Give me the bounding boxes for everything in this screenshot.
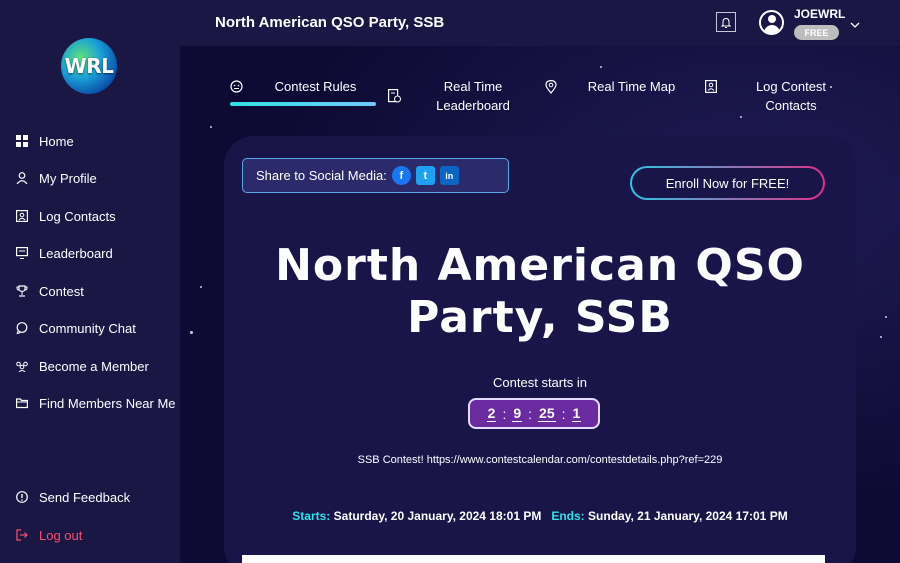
contest-description: SSB Contest! https://www.contestcalendar…: [357, 454, 723, 466]
countdown-days: 2: [486, 405, 497, 422]
contest-card: [224, 136, 856, 563]
share-label: Share to Social Media:: [256, 168, 387, 183]
contest-dates: Starts: Saturday, 20 January, 2024 18:01…: [240, 509, 840, 523]
chat-icon: [16, 322, 28, 334]
linkedin-icon[interactable]: in: [439, 166, 459, 185]
logout-button[interactable]: Log out: [16, 524, 82, 546]
sidebar-item-log-contacts[interactable]: Log Contacts: [16, 205, 116, 227]
leaderboard-icon: [16, 247, 28, 259]
sidebar-item-community-chat[interactable]: Community Chat: [16, 317, 136, 339]
twitter-icon[interactable]: t: [415, 166, 435, 185]
sidebar-item-label: Log Contacts: [39, 208, 116, 224]
ends-label: Ends:: [551, 509, 585, 523]
sidebar-item-find-members[interactable]: Find Members Near Me: [16, 392, 176, 414]
sidebar-item-label: Find Members Near Me: [39, 395, 176, 411]
send-feedback-button[interactable]: Send Feedback: [16, 486, 130, 508]
countdown-timer: 2 : 9 : 25 : 1: [468, 398, 600, 429]
username[interactable]: JOEWRL: [794, 7, 845, 21]
countdown-seconds: 1: [571, 405, 582, 422]
content-panel: [242, 555, 825, 563]
avatar[interactable]: [759, 10, 784, 35]
share-social-bar: Share to Social Media: f t in: [242, 158, 509, 193]
page-title: North American QSO Party, SSB: [215, 14, 445, 31]
sidebar-item-label: My Profile: [39, 170, 97, 186]
countdown-minutes: 25: [538, 405, 556, 422]
user-icon: [16, 172, 28, 184]
contact-log-icon: [705, 80, 718, 98]
sidebar-item-my-profile[interactable]: My Profile: [16, 167, 97, 189]
grid-icon: [16, 135, 28, 147]
contest-starts-label: Contest starts in: [493, 375, 587, 390]
tab-log-contest-contacts[interactable]: Log Contest Contacts: [729, 77, 853, 115]
info-icon: [16, 491, 28, 503]
facebook-icon[interactable]: f: [391, 166, 411, 185]
tab-contest-rules[interactable]: Contest Rules: [262, 77, 369, 96]
active-tab-indicator: [230, 102, 376, 106]
starts-label: Starts:: [292, 509, 331, 523]
wrl-logo[interactable]: WRL: [61, 38, 117, 94]
sidebar-item-label: Home: [39, 133, 74, 149]
members-icon: [16, 360, 28, 372]
sidebar-item-become-member[interactable]: Become a Member: [16, 355, 149, 377]
sidebar-item-contest[interactable]: Contest: [16, 280, 84, 302]
sidebar-item-home[interactable]: Home: [16, 130, 74, 152]
plan-badge: FREE: [794, 25, 839, 40]
sidebar-item-label: Become a Member: [39, 358, 149, 374]
leaderboard-doc-icon: [388, 89, 401, 108]
logout-label: Log out: [39, 527, 83, 543]
tab-real-time-leaderboard[interactable]: Real Time Leaderboard: [424, 77, 522, 115]
top-header: North American QSO Party, SSB JOEWRL FRE…: [180, 0, 900, 46]
sidebar-item-label: Contest: [39, 283, 84, 299]
sidebar-item-leaderboard[interactable]: Leaderboard: [16, 242, 113, 264]
tab-real-time-map[interactable]: Real Time Map: [583, 77, 680, 96]
notification-bell-icon[interactable]: [716, 12, 736, 32]
contact-card-icon: [16, 210, 28, 222]
rules-icon: [230, 80, 243, 98]
chevron-down-icon[interactable]: [850, 16, 860, 34]
send-feedback-label: Send Feedback: [39, 489, 131, 505]
starts-value: Saturday, 20 January, 2024 18:01 PM: [333, 509, 542, 523]
logout-icon: [16, 529, 28, 541]
ends-value: Sunday, 21 January, 2024 17:01 PM: [588, 509, 788, 523]
trophy-icon: [16, 285, 28, 297]
sidebar: WRL Home My Profile Log Contacts Leaderb…: [0, 0, 180, 563]
sidebar-item-label: Community Chat: [39, 320, 136, 336]
folder-icon: [16, 397, 28, 409]
enroll-button[interactable]: Enroll Now for FREE!: [630, 166, 825, 200]
sidebar-item-label: Leaderboard: [39, 245, 113, 261]
countdown-hours: 9: [512, 405, 523, 422]
contest-title: North American QSO Party, SSB: [275, 240, 805, 343]
map-pin-icon: [545, 79, 557, 99]
